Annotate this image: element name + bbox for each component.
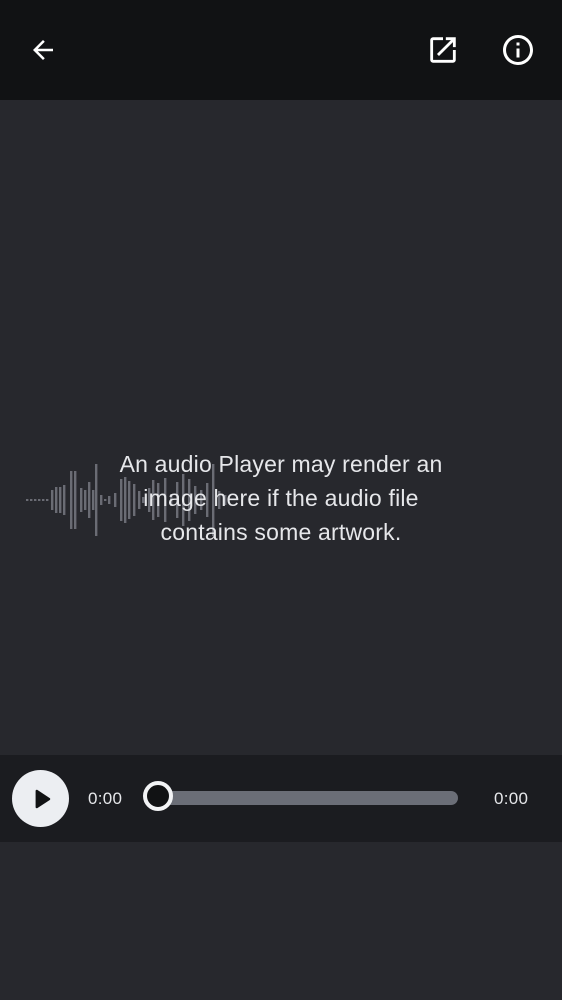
waveform-bar	[42, 499, 45, 501]
artwork-area	[0, 100, 562, 755]
audio-player-controls: 0:00 0:00	[0, 755, 562, 842]
waveform-bar	[51, 490, 54, 510]
open-in-new-icon	[430, 37, 456, 63]
waveform-bar	[38, 499, 41, 501]
open-in-new-button[interactable]	[419, 26, 467, 74]
waveform-bar	[30, 499, 33, 501]
waveform-bar	[55, 487, 58, 513]
play-icon	[35, 789, 50, 808]
bottom-empty-area	[0, 842, 562, 1000]
placeholder-line-2: image here if the audio file	[143, 485, 419, 511]
top-app-bar	[0, 0, 562, 100]
arrow-back-icon	[33, 40, 53, 60]
info-icon	[503, 35, 533, 65]
waveform-bar	[59, 487, 62, 513]
waveform-bar	[63, 485, 66, 515]
seek-bar[interactable]	[160, 791, 458, 805]
info-button[interactable]	[494, 26, 542, 74]
waveform-bar	[46, 499, 49, 501]
placeholder-line-1: An audio Player may render an	[119, 451, 443, 477]
artwork-placeholder-text: An audio Player may render an image here…	[81, 447, 481, 549]
total-duration: 0:00	[494, 789, 529, 808]
waveform-bar	[26, 499, 29, 501]
play-button[interactable]	[12, 770, 69, 827]
placeholder-line-3: contains some artwork.	[160, 519, 402, 545]
waveform-bar	[34, 499, 37, 501]
seek-thumb[interactable]	[143, 781, 173, 811]
current-time: 0:00	[88, 789, 123, 808]
waveform-bar	[74, 471, 77, 529]
waveform-bar	[70, 471, 73, 529]
back-button[interactable]	[19, 26, 67, 74]
